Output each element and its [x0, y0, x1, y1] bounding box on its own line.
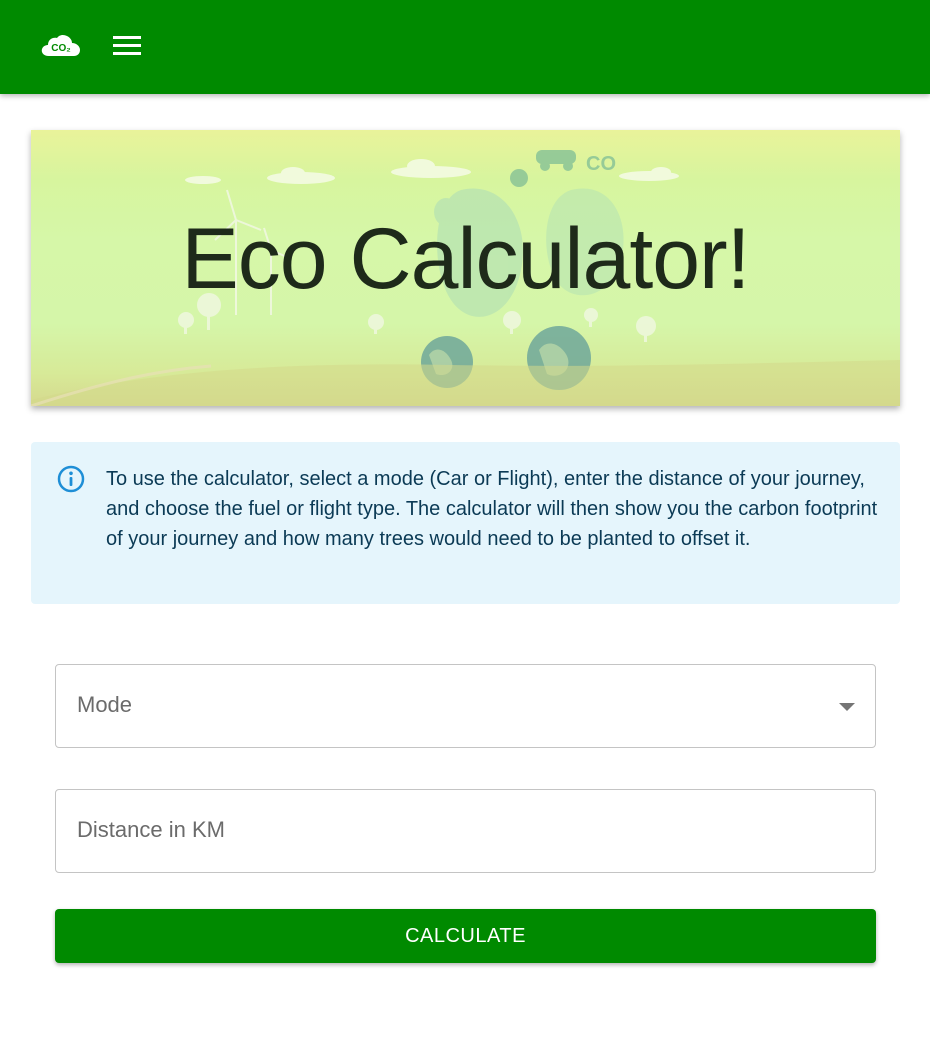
hero-banner: CO Eco Calculator!: [31, 130, 900, 406]
calculate-button[interactable]: CALCULATE: [55, 909, 876, 963]
info-circle-icon: [57, 465, 85, 493]
info-message: To use the calculator, select a mode (Ca…: [106, 468, 878, 550]
info-alert: To use the calculator, select a mode (Ca…: [31, 442, 900, 604]
app-bar: CO₂: [0, 0, 930, 94]
chevron-down-icon[interactable]: [839, 703, 855, 711]
page-title: Eco Calculator!: [181, 211, 750, 307]
distance-input[interactable]: Distance in KM: [55, 789, 876, 873]
mode-select[interactable]: Mode: [55, 664, 876, 748]
distance-label: Distance in KM: [77, 817, 225, 842]
svg-text:CO: CO: [586, 153, 616, 175]
co2-cloud-icon[interactable]: CO₂: [40, 32, 82, 60]
svg-text:CO₂: CO₂: [51, 43, 70, 54]
hamburger-menu-icon[interactable]: [111, 34, 143, 58]
mode-label: Mode: [77, 692, 133, 717]
